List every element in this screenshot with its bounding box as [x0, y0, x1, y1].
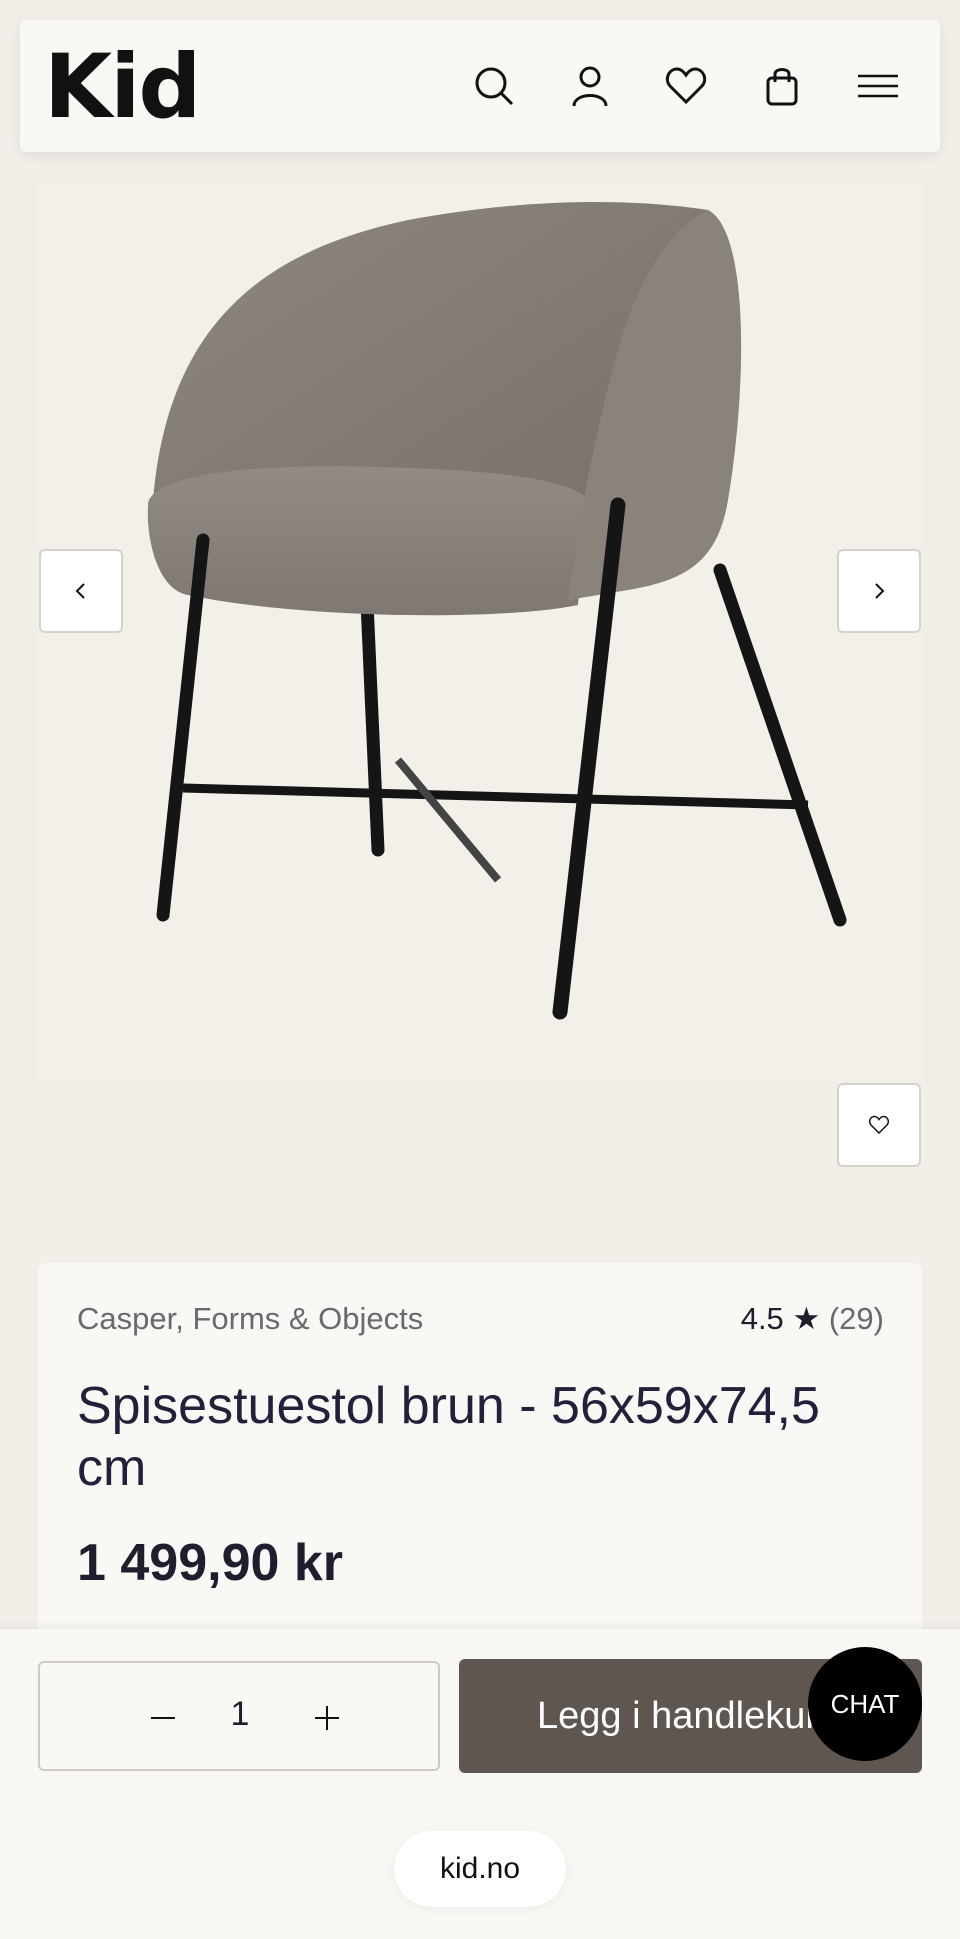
add-to-wishlist-button[interactable] — [837, 1083, 921, 1167]
product-brand[interactable]: Casper, Forms & Objects — [77, 1301, 423, 1337]
rating-count: (29) — [828, 1301, 884, 1336]
heart-icon[interactable] — [662, 62, 710, 110]
site-header: Kid — [20, 20, 940, 152]
purchase-bar: 1 Legg i handlekurv CHAT kid.no — [0, 1629, 960, 1939]
product-price: 1 499,90 kr — [77, 1534, 344, 1592]
previous-image-button[interactable] — [39, 549, 123, 633]
plus-icon — [315, 1706, 339, 1730]
browser-url-pill[interactable]: kid.no — [394, 1831, 566, 1907]
menu-icon[interactable] — [854, 62, 902, 110]
bag-icon[interactable] — [758, 62, 806, 110]
product-image — [147, 201, 847, 1020]
heart-icon — [868, 1115, 890, 1135]
star-icon: ★ — [792, 1301, 821, 1336]
quantity-value[interactable]: 1 — [220, 1695, 260, 1734]
chevron-left-icon — [75, 583, 85, 599]
user-icon[interactable] — [566, 62, 614, 110]
kid-logo[interactable]: Kid — [44, 34, 201, 140]
rating-value: 4.5 — [740, 1301, 784, 1336]
chevron-right-icon — [875, 583, 885, 599]
search-icon[interactable] — [470, 62, 518, 110]
chat-button[interactable]: CHAT — [808, 1647, 922, 1761]
product-info-card: Casper, Forms & Objects 4.5 ★ (29) Spise… — [38, 1263, 922, 1663]
quantity-stepper: 1 — [38, 1661, 440, 1771]
next-image-button[interactable] — [837, 549, 921, 633]
decrease-quantity-button[interactable] — [138, 1693, 188, 1743]
product-title: Spisestuestol brun - 56x59x74,5 cm — [77, 1377, 820, 1497]
increase-quantity-button[interactable] — [302, 1693, 352, 1743]
minus-icon — [151, 1717, 175, 1719]
product-rating[interactable]: 4.5 ★ (29) — [741, 1301, 884, 1337]
product-gallery — [38, 180, 922, 1167]
